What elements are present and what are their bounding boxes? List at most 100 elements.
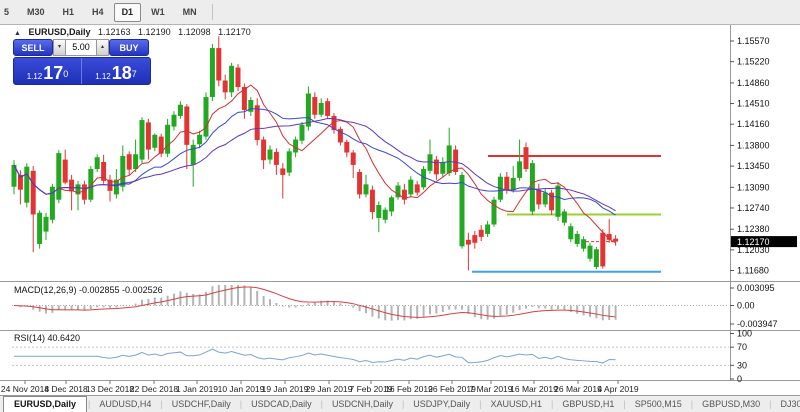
svg-text:1.14160: 1.14160 [737, 119, 770, 129]
timeframe-button-m30[interactable]: M30 [19, 3, 53, 22]
tab-separator: | [769, 399, 771, 409]
candle-body [210, 48, 215, 97]
svg-text:0.003095: 0.003095 [737, 283, 775, 293]
rsi-line [14, 349, 616, 363]
candle-body [581, 239, 586, 248]
candle-body [312, 97, 317, 115]
buy-button[interactable]: BUY [109, 39, 149, 56]
candle-body [197, 135, 202, 144]
candle-body [184, 106, 189, 144]
candle-body [472, 235, 477, 243]
tab-separator: | [240, 399, 242, 409]
tab-USDCHF,Daily[interactable]: USDCHF,Daily [164, 398, 239, 410]
sell-price-prefix: 1.12 [27, 72, 43, 82]
buy-price[interactable]: 1.12 18 7 [82, 58, 150, 84]
svg-text:16 Feb 2019: 16 Feb 2019 [385, 384, 433, 394]
candle-body [268, 150, 273, 160]
svg-text:30: 30 [737, 360, 747, 370]
candle-body [479, 230, 484, 237]
collapse-icon[interactable]: ▲ [14, 30, 21, 37]
tab-USDCNH,Daily[interactable]: USDCNH,Daily [324, 398, 401, 410]
candle-body [255, 105, 260, 140]
tab-DJ30,H4[interactable]: DJ30,H4 [772, 398, 800, 410]
candle-body [351, 153, 356, 165]
tab-separator: | [691, 399, 693, 409]
volume-increase-icon[interactable]: ▴ [96, 39, 109, 56]
tab-USDJPY,Daily[interactable]: USDJPY,Daily [405, 398, 478, 410]
rsi-pane: 10070300RSI(14) 40.6420 [12, 329, 752, 385]
candle-body [588, 246, 593, 259]
buy-price-main: 18 [112, 65, 132, 82]
volume-decrease-icon[interactable]: ▾ [53, 39, 66, 56]
tab-GBPUSD,H1[interactable]: GBPUSD,H1 [554, 398, 622, 410]
candle-body [370, 190, 375, 212]
svg-text:24 Nov 2018: 24 Nov 2018 [1, 384, 49, 394]
svg-text:1.13090: 1.13090 [737, 182, 770, 192]
candle-body [357, 172, 362, 194]
candle-body [485, 224, 490, 233]
svg-text:4 Dec 2018: 4 Dec 2018 [44, 384, 88, 394]
tab-separator: | [321, 399, 323, 409]
chart-area[interactable]: 1.155701.152201.148601.145101.141601.138… [0, 25, 800, 396]
time-axis[interactable]: 24 Nov 20184 Dec 201813 Dec 201822 Dec 2… [1, 381, 639, 395]
candle-body [44, 217, 49, 232]
candle-body [140, 120, 145, 160]
tab-SP500,M15[interactable]: SP500,M15 [627, 398, 690, 410]
buy-price-pip: 7 [132, 66, 137, 82]
svg-text:1.14860: 1.14860 [737, 78, 770, 88]
sell-button[interactable]: SELL [13, 39, 53, 56]
candle-body [127, 154, 132, 169]
candle-body [216, 48, 221, 80]
timeframe-button-5[interactable]: 5 [0, 3, 17, 22]
candle-body [568, 226, 573, 239]
candle-body [191, 145, 196, 165]
tab-AUDUSD,H4[interactable]: AUDUSD,H4 [91, 398, 159, 410]
buy-price-prefix: 1.12 [95, 72, 111, 82]
svg-text:19 Jan 2019: 19 Jan 2019 [262, 384, 309, 394]
timeframe-button-h4[interactable]: H4 [84, 3, 112, 22]
svg-text:100: 100 [737, 329, 752, 339]
volume-input[interactable]: 5.00 [66, 39, 96, 56]
svg-text:10 Jan 2019: 10 Jan 2019 [218, 384, 265, 394]
candle-body [517, 161, 522, 178]
tab-separator: | [88, 399, 90, 409]
tab-GBPUSD,M30[interactable]: GBPUSD,M30 [694, 398, 768, 410]
svg-text:0: 0 [737, 374, 742, 384]
timeframe-button-d1[interactable]: D1 [114, 3, 142, 22]
timeframe-button-h1[interactable]: H1 [55, 3, 83, 22]
sell-price[interactable]: 1.12 17 0 [14, 58, 82, 84]
svg-text:-0.003947: -0.003947 [737, 319, 778, 329]
candle-body [504, 177, 509, 191]
tab-XAUUSD,H1[interactable]: XAUUSD,H1 [483, 398, 551, 410]
one-click-trading-panel: SELL ▾ 5.00 ▴ BUY 1.12 17 0 1.12 18 7 [13, 39, 151, 85]
svg-text:1.14510: 1.14510 [737, 99, 770, 109]
svg-text:4 Apr 2019: 4 Apr 2019 [597, 384, 638, 394]
candle-body [223, 81, 228, 93]
candle-body [319, 103, 324, 115]
timeframe-toolbar: 5M30H1H4D1W1MN [0, 0, 800, 25]
ohlc-low: 1.12098 [178, 27, 211, 37]
candle-body [543, 193, 548, 205]
svg-text:1.11680: 1.11680 [737, 266, 769, 276]
candle-body [88, 169, 93, 200]
candle-body [229, 66, 234, 93]
candle-body [575, 234, 580, 244]
svg-text:1 Jan 2019: 1 Jan 2019 [176, 384, 218, 394]
timeframe-button-w1[interactable]: W1 [143, 3, 173, 22]
candle-body [306, 94, 311, 127]
tab-EURUSD,Daily[interactable]: EURUSD,Daily [3, 396, 87, 412]
svg-text:7 Mar 2019: 7 Mar 2019 [470, 384, 513, 394]
candle-body [31, 171, 36, 215]
candle-body [165, 125, 170, 154]
tab-USDCAD,Daily[interactable]: USDCAD,Daily [243, 398, 320, 410]
tab-separator: | [402, 399, 404, 409]
svg-text:70: 70 [737, 342, 747, 352]
candle-body [63, 160, 68, 183]
svg-text:16 Mar 2019: 16 Mar 2019 [510, 384, 558, 394]
candle-body [69, 180, 74, 192]
candle-body [428, 154, 433, 171]
candle-body [562, 212, 567, 223]
macd-label: MACD(12,26,9) -0.002855 -0.002526 [14, 285, 163, 295]
timeframe-button-mn[interactable]: MN [175, 3, 205, 22]
ohlc-high: 1.12190 [138, 27, 171, 37]
